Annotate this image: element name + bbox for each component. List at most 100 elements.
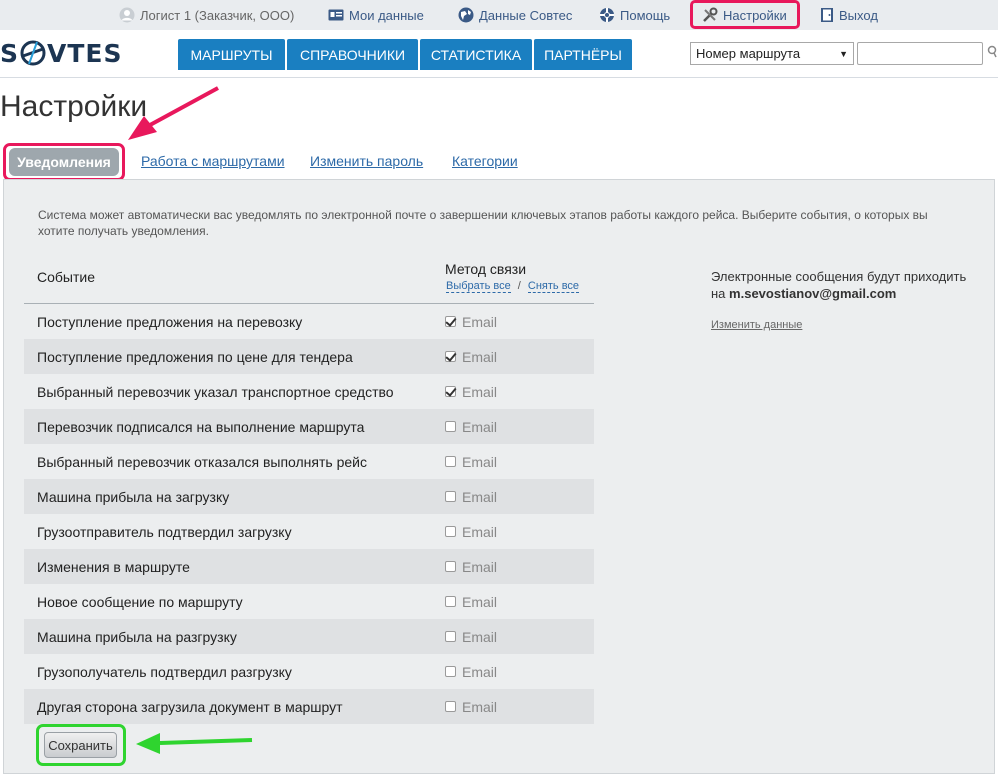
email-checkbox-control[interactable]: Email (445, 524, 497, 540)
change-data-link[interactable]: Изменить данные (711, 319, 802, 331)
email-info-text: Электронные сообщения будут приходить (711, 269, 967, 284)
event-label: Выбранный перевозчик отказался выполнять… (37, 453, 367, 470)
tab-routes-work[interactable]: Работа с маршрутами (141, 153, 285, 169)
top-nav: Логист 1 (Заказчик, ООО) Мои данные Данн… (0, 0, 998, 30)
logo-letters-vtes: VTES (47, 38, 123, 68)
event-label: Выбранный перевозчик указал транспортное… (37, 383, 394, 400)
email-checkbox[interactable] (445, 666, 456, 677)
dropdown-arrow-icon: ▼ (839, 48, 848, 59)
table-row: Поступление предложения по цене для тенд… (24, 339, 594, 374)
email-checkbox-control[interactable]: Email (445, 454, 497, 470)
email-checkbox[interactable] (445, 596, 456, 607)
save-button[interactable]: Сохранить (44, 732, 117, 758)
logout-link[interactable]: Выход (820, 6, 878, 24)
email-info-line: на m.sevostianov@gmail.com (711, 285, 981, 302)
help-link[interactable]: Помощь (599, 6, 670, 24)
email-checkbox-control[interactable]: Email (445, 314, 497, 330)
id-card-icon (328, 9, 344, 21)
table-row: Другая сторона загрузила документ в марш… (24, 689, 594, 724)
email-checkbox[interactable] (445, 491, 456, 502)
email-checkbox[interactable] (445, 316, 456, 327)
table-row: Выбранный перевозчик отказался выполнять… (24, 444, 594, 479)
door-icon (821, 8, 833, 22)
method-label: Email (462, 418, 498, 435)
sovtes-data-link[interactable]: Данные Совтес (458, 6, 572, 24)
lifebuoy-icon (600, 8, 614, 22)
table-row: Машина прибыла на разгрузку Email (24, 619, 594, 654)
nav-tab-directories[interactable]: СПРАВОЧНИКИ (287, 39, 418, 70)
event-label: Новое сообщение по маршруту (37, 593, 243, 610)
table-row: Перевозчик подписался на выполнение марш… (24, 409, 594, 444)
event-label: Машина прибыла на разгрузку (37, 628, 237, 645)
method-label: Email (462, 558, 498, 575)
email-checkbox-control[interactable]: Email (445, 349, 497, 365)
email-checkbox[interactable] (445, 701, 456, 712)
email-checkbox[interactable] (445, 351, 456, 362)
table-header: Событие Метод связи Выбрать все / Снять … (24, 258, 594, 304)
search-input[interactable] (857, 42, 983, 65)
method-label: Email (462, 663, 498, 680)
email-checkbox[interactable] (445, 561, 456, 572)
method-label: Email (462, 453, 498, 470)
user-icon (119, 7, 135, 23)
tab-notifications[interactable]: Уведомления (3, 143, 125, 181)
table-row: Машина прибыла на загрузку Email (24, 479, 594, 514)
search-icon[interactable] (987, 45, 997, 59)
email-checkbox-control[interactable]: Email (445, 594, 497, 610)
email-address: m.sevostianov@gmail.com (729, 286, 897, 301)
user-label: Логист 1 (Заказчик, ООО) (140, 7, 295, 23)
nav-tab-statistics[interactable]: СТАТИСТИКА (420, 39, 532, 70)
event-label: Машина прибыла на загрузку (37, 488, 230, 505)
deselect-all-link[interactable]: Снять все (527, 280, 580, 293)
method-label: Email (462, 698, 498, 715)
table-row: Новое сообщение по маршруту Email (24, 584, 594, 619)
globe-icon (458, 7, 474, 23)
email-checkbox-control[interactable]: Email (445, 664, 497, 680)
column-method: Метод связи (445, 261, 527, 277)
sovtes-data-label: Данные Совтес (479, 7, 573, 23)
email-info-prefix: на (711, 286, 726, 301)
user-menu[interactable]: Логист 1 (Заказчик, ООО) (119, 6, 294, 24)
route-type-value: Номер маршрута (696, 46, 801, 61)
email-checkbox-control[interactable]: Email (445, 559, 497, 575)
email-checkbox[interactable] (445, 526, 456, 537)
email-checkbox[interactable] (445, 631, 456, 642)
email-checkbox[interactable] (445, 386, 456, 397)
method-label: Email (462, 593, 498, 610)
method-label: Email (462, 488, 498, 505)
email-checkbox-control[interactable]: Email (445, 419, 497, 435)
table-row: Грузополучатель подтвердил разгрузку Emai… (24, 654, 594, 689)
method-label: Email (462, 383, 498, 400)
event-label: Изменения в маршруте (37, 558, 190, 575)
event-label: Другая сторона загрузила документ в марш… (37, 698, 343, 715)
tab-change-password[interactable]: Изменить пароль (310, 153, 423, 169)
email-checkbox[interactable] (445, 421, 456, 432)
select-separator: / (517, 280, 521, 292)
nav-tab-routes[interactable]: МАРШРУТЫ (178, 39, 285, 70)
method-label: Email (462, 523, 498, 540)
email-checkbox-control[interactable]: Email (445, 629, 497, 645)
my-data-link[interactable]: Мои данные (328, 6, 424, 24)
my-data-label: Мои данные (349, 7, 424, 23)
email-checkbox-control[interactable]: Email (445, 489, 497, 505)
table-row: Грузоотправитель подтвердил загрузку Emai… (24, 514, 594, 549)
logo[interactable]: S VTES (0, 38, 123, 68)
tab-categories[interactable]: Категории (452, 153, 518, 169)
table-row: Поступление предложения на перевозку Emai… (24, 304, 594, 339)
select-all-link[interactable]: Выбрать все (446, 280, 511, 293)
select-links: Выбрать все / Снять все (446, 280, 580, 293)
column-event: Событие (37, 269, 95, 285)
nav-tab-partners[interactable]: ПАРТНЁРЫ (534, 39, 632, 70)
route-type-select[interactable]: Номер маршрута ▼ (690, 42, 854, 65)
email-checkbox-control[interactable]: Email (445, 699, 497, 715)
intro-text: Система может автоматически вас уведомля… (38, 208, 928, 238)
email-checkbox-control[interactable]: Email (445, 384, 497, 400)
logout-label: Выход (839, 7, 878, 23)
table-row: Выбранный перевозчик указал транспортное… (24, 374, 594, 409)
main-nav: МАРШРУТЫ СПРАВОЧНИКИ СТАТИСТИКА ПАРТНЁРЫ (178, 39, 634, 70)
event-label: Поступление предложения на перевозку (37, 313, 303, 330)
event-label: Грузополучатель подтвердил разгрузку (37, 663, 292, 680)
help-label: Помощь (620, 7, 671, 23)
email-checkbox[interactable] (445, 456, 456, 467)
method-label: Email (462, 313, 498, 330)
